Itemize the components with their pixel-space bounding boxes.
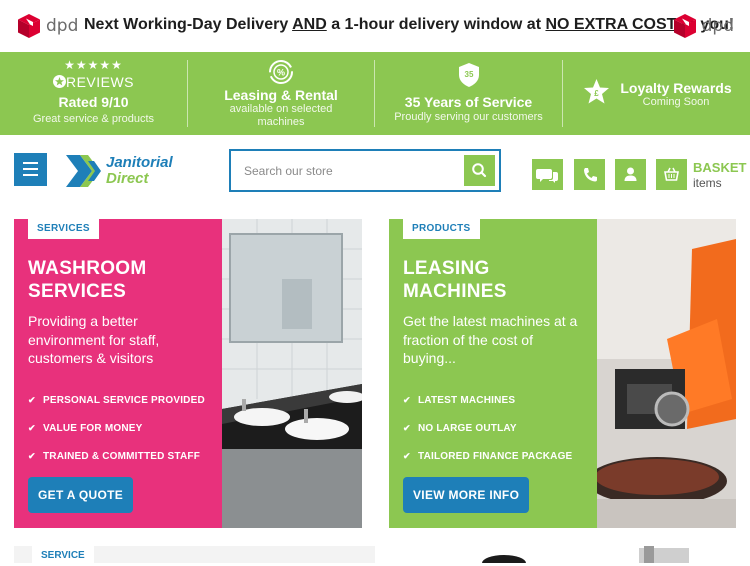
basket-button[interactable] (656, 159, 687, 190)
list-item: ✔ PERSONAL SERVICE PROVIDED (28, 394, 205, 406)
chat-bubbles-icon (536, 169, 558, 183)
service-years-title: 35 Years of Service (404, 94, 533, 110)
service-years-feature[interactable]: 35 35 Years of Service Proudly serving o… (375, 52, 562, 135)
next-card-photo-partial (389, 546, 736, 563)
leasing-title: Leasing & Rental (224, 87, 338, 103)
leasing-feature[interactable]: % Leasing & Rental available on selected… (188, 52, 374, 135)
phone-button[interactable] (574, 159, 605, 190)
washroom-card-panel: SERVICES WASHROOM SERVICES Providing a b… (14, 219, 222, 528)
basket-label[interactable]: BASKET (693, 161, 746, 175)
check-icon: ✔ (28, 394, 36, 405)
washroom-services-card: SERVICES WASHROOM SERVICES Providing a b… (14, 219, 362, 528)
check-icon: ✔ (403, 422, 411, 433)
leasing-machines-card: PRODUCTS LEASING MACHINES Get the latest… (389, 219, 736, 528)
dpd-logo-right: dpd (673, 13, 734, 39)
leasing-card-panel: PRODUCTS LEASING MACHINES Get the latest… (389, 219, 597, 528)
rating-stars: ★★★★★ (64, 58, 123, 72)
hamburger-menu-button[interactable] (14, 153, 47, 186)
list-item: ✔ LATEST MACHINES (403, 394, 516, 406)
card-description: Providing a better environment for staff… (28, 313, 160, 366)
service-years-subtext: Proudly serving our customers (394, 111, 543, 123)
account-button[interactable] (615, 159, 646, 190)
logo-text-janitorial: Janitorial (106, 154, 173, 171)
svg-text:%: % (277, 68, 285, 78)
svg-text:£: £ (594, 89, 599, 98)
search-icon (472, 163, 487, 178)
category-tag: SERVICE (32, 546, 94, 563)
site-header: Janitorial Direct Search our store BASKE… (0, 135, 750, 217)
basket-icon (664, 167, 679, 181)
loyalty-subtext: Coming Soon (642, 96, 710, 108)
chat-button[interactable] (532, 159, 563, 190)
category-tag: PRODUCTS (403, 219, 480, 239)
get-a-quote-button[interactable]: GET A QUOTE (28, 477, 134, 513)
logo-text-direct: Direct (106, 170, 149, 187)
washroom-photo (222, 219, 362, 528)
svg-text:35: 35 (464, 70, 473, 79)
rating-text: Rated 9/10 (58, 94, 129, 110)
loyalty-feature[interactable]: £ Loyalty Rewards Coming Soon (563, 52, 750, 135)
delivery-banner: dpd Next Working-Day Delivery AND a 1-ho… (0, 0, 750, 52)
search-input[interactable] (233, 153, 459, 188)
list-item: ✔ NO LARGE OUTLAY (403, 422, 517, 434)
dpd-wordmark: dpd (701, 16, 734, 36)
dpd-logo-left: dpd (17, 13, 78, 39)
reviews-label: REVIEWS (0, 74, 187, 90)
reviews-subtext: Great service & products (32, 113, 155, 125)
dpd-wordmark: dpd (46, 16, 79, 36)
list-item: ✔ VALUE FOR MONEY (28, 422, 143, 434)
check-icon: ✔ (28, 422, 36, 433)
category-tag: SERVICES (28, 219, 99, 239)
search-box (229, 149, 501, 192)
list-item: ✔ TAILORED FINANCE PACKAGE (403, 450, 573, 462)
dpd-cube-icon (18, 14, 40, 38)
card-title: WASHROOM SERVICES (28, 258, 147, 302)
view-more-info-button[interactable]: VIEW MORE INFO (403, 477, 530, 513)
logo-chevrons-icon (66, 155, 101, 187)
reviews-star-icon (52, 75, 66, 88)
loyalty-star-icon: £ (584, 79, 609, 104)
site-logo[interactable]: Janitorial Direct (66, 154, 186, 188)
feature-bar: ★★★★★ REVIEWS Rated 9/10 Great service &… (0, 52, 750, 135)
card-title: LEASING MACHINES (403, 258, 507, 302)
leasing-subtext: available on selected machines (229, 103, 333, 128)
search-button[interactable] (464, 155, 495, 186)
check-icon: ✔ (403, 450, 411, 461)
feature-list: ✔ PERSONAL SERVICE PROVIDED ✔ VALUE FOR MO… (28, 386, 205, 470)
user-icon (624, 167, 637, 181)
shield-badge-icon: 35 (458, 63, 479, 87)
reviews-feature[interactable]: ★★★★★ REVIEWS Rated 9/10 Great service &… (0, 52, 187, 135)
loyalty-title: Loyalty Rewards (620, 80, 732, 96)
check-icon: ✔ (28, 450, 36, 461)
feature-list: ✔ LATEST MACHINES ✔ NO LARGE OUTLAY ✔ TAILO… (403, 386, 572, 470)
basket-item-count: items (693, 176, 722, 190)
card-description: Get the latest machines at a fraction of… (403, 313, 578, 366)
phone-icon (584, 168, 597, 182)
delivery-message: Next Working-Day Delivery AND a 1-hour d… (84, 16, 735, 33)
percent-recycle-icon: % (269, 60, 293, 84)
floor-machine-photo (597, 219, 736, 528)
list-item: ✔ TRAINED & COMMITTED STAFF (28, 450, 201, 462)
dpd-cube-icon (673, 14, 696, 38)
check-icon: ✔ (403, 394, 411, 405)
